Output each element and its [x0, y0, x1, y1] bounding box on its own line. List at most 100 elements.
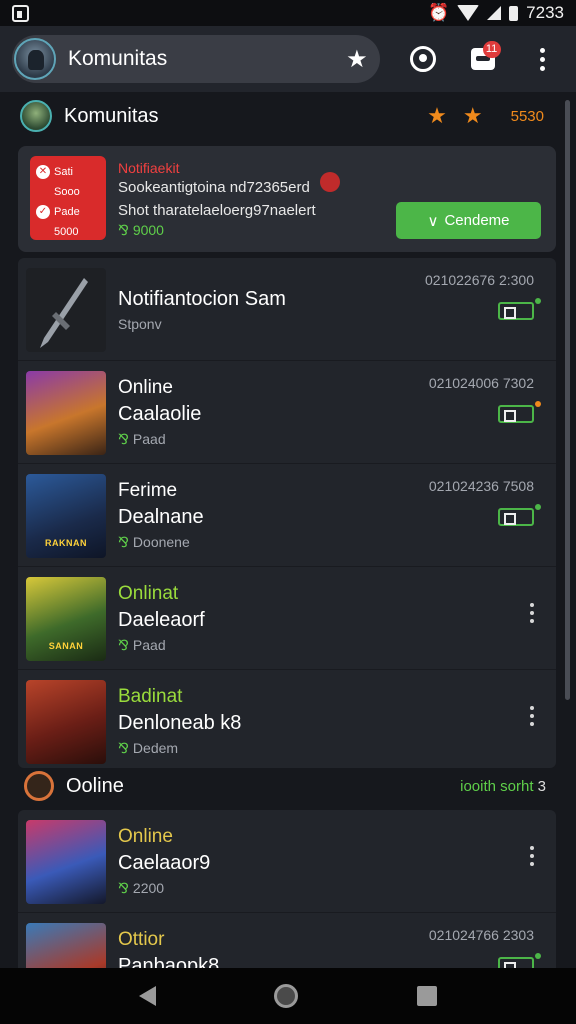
inbox-button[interactable]: 11 — [461, 37, 504, 81]
item-name: Dealnane — [118, 506, 204, 528]
list-item[interactable]: Badinat Denloneab k8 ⅋ Dedem — [18, 670, 556, 768]
star-rating-icon[interactable]: ★★ — [427, 103, 498, 129]
list-item[interactable]: Online Caalaolie ⅋ Paad 021024006 7302 — [18, 361, 556, 464]
item-thumbnail — [26, 371, 106, 455]
item-sub-value: Paad — [132, 637, 166, 653]
more-menu-button[interactable] — [521, 37, 564, 81]
item-sub: ⅋ 2200 — [118, 880, 164, 897]
app-title: Komunitas — [68, 47, 168, 70]
section-icon — [24, 771, 54, 801]
thumb-text: RAKNAN — [45, 538, 87, 548]
people-icon: ⅋ — [118, 880, 129, 896]
member-list: Notifiantocion Sam Stponv 021022676 2:30… — [18, 258, 556, 768]
item-status: Ferime — [118, 480, 178, 501]
item-sub: ⅋ Paad — [118, 637, 166, 654]
item-name: Notifiantocion Sam — [118, 288, 286, 310]
more-vert-icon[interactable] — [530, 603, 534, 623]
item-sub: ⅋ Paad — [118, 431, 166, 448]
item-thumbnail — [26, 923, 106, 968]
thumb-row: Pade — [54, 206, 80, 218]
item-status: Badinat — [118, 686, 183, 707]
item-status: Ottior — [118, 929, 165, 950]
thumb-row: Sooo — [54, 186, 80, 198]
notification-card[interactable]: ✕ Sati Sooo ✓ Pade 5000 Notifiaekit Sookea… — [18, 146, 556, 252]
more-vert-icon[interactable] — [530, 706, 534, 726]
confirm-label: Cendeme — [444, 212, 510, 229]
item-sub-value: Paad — [132, 431, 166, 447]
thumb-row: Sati — [54, 166, 73, 178]
item-time: 021024766 2303 — [428, 927, 534, 943]
list-item[interactable]: RAKNAN Ferime Dealnane ⅋ Doonene 02102423… — [18, 464, 556, 567]
app-bar: Komunitas ★ 11 — [0, 26, 576, 92]
system-nav-bar — [0, 968, 576, 1024]
item-time: 021024236 7508 — [428, 478, 534, 494]
item-name: Denloneab k8 — [118, 712, 242, 734]
scrollbar[interactable] — [565, 100, 570, 700]
section-link-label: iooith sorht — [460, 777, 534, 795]
confirm-button[interactable]: ∨ Cendeme — [396, 202, 541, 239]
item-time: 021024006 7302 — [428, 375, 534, 391]
notification-thumbnail: ✕ Sati Sooo ✓ Pade 5000 — [30, 156, 106, 240]
tag-icon[interactable] — [498, 401, 541, 423]
section-link[interactable]: iooith sorht 3 — [460, 778, 546, 795]
thumb-row: 5000 — [54, 226, 79, 238]
item-thumbnail — [26, 820, 106, 904]
item-thumbnail: RAKNAN — [26, 474, 106, 558]
item-sub: ⅋ Doonene — [118, 534, 190, 551]
item-status: Online — [118, 826, 173, 847]
notification-stat: ⅋ 9000 — [118, 222, 164, 238]
people-icon: ⅋ — [118, 637, 129, 653]
signal-icon — [487, 6, 502, 20]
tag-icon[interactable] — [498, 504, 541, 526]
item-name: Caelaaor9 — [118, 852, 211, 874]
thumb-text: SANAN — [48, 641, 84, 651]
people-icon: ⅋ — [118, 740, 129, 756]
section-count: 3 — [537, 777, 546, 795]
people-icon: ⅋ — [118, 534, 129, 550]
notification-line: Shot tharatelaeloerg97naelert — [118, 202, 316, 219]
item-sub-value: 2200 — [132, 880, 165, 896]
section-title: Ooline — [66, 774, 124, 797]
community-avatar[interactable] — [14, 38, 56, 80]
tag-icon[interactable] — [498, 298, 541, 320]
status-time: 7233 — [526, 3, 564, 22]
check-down-icon: ∨ — [427, 212, 439, 230]
list-item[interactable]: SANAN Onlinat Daeleaorf ⅋ Paad — [18, 567, 556, 670]
people-icon: ⅋ — [118, 431, 129, 447]
ghost-button[interactable] — [402, 37, 445, 81]
status-bar: ⏰ 7233 — [0, 0, 576, 26]
section-title: Komunitas — [64, 104, 159, 127]
section-header: Komunitas ★★ 5530 — [0, 90, 576, 142]
more-vert-icon — [539, 47, 545, 71]
list-item[interactable]: Notifiantocion Sam Stponv 021022676 2:30… — [18, 258, 556, 361]
home-icon[interactable] — [274, 984, 299, 1008]
item-thumbnail — [26, 268, 106, 352]
item-thumbnail: SANAN — [26, 577, 106, 661]
star-icon[interactable]: ★ — [346, 45, 368, 74]
community-switcher[interactable]: Komunitas ★ — [12, 35, 380, 83]
notification-stat-value: 9000 — [132, 222, 164, 238]
back-icon[interactable] — [139, 986, 157, 1006]
alarm-icon: ⏰ — [428, 3, 450, 22]
item-name: Daeleaorf — [118, 609, 205, 631]
section-value: 5530 — [510, 107, 544, 125]
sword-icon — [40, 278, 88, 348]
more-vert-icon[interactable] — [530, 846, 534, 866]
battery-icon — [509, 5, 519, 21]
item-status: Onlinat — [118, 583, 179, 604]
section-avatar[interactable] — [20, 100, 52, 132]
tag-icon[interactable] — [498, 953, 541, 968]
section-header: Ooline iooith sorht 3 — [0, 760, 576, 812]
item-thumbnail — [26, 680, 106, 764]
item-sub: Stponv — [118, 316, 162, 332]
close-icon: ✕ — [36, 165, 50, 179]
item-sub: ⅋ Dedem — [118, 740, 178, 757]
list-item[interactable]: Online Caelaaor9 ⅋ 2200 — [18, 810, 556, 913]
ghost-icon — [410, 46, 437, 72]
member-list: Online Caelaaor9 ⅋ 2200 Ottior Panbaopk8 … — [18, 810, 556, 968]
item-name: Caalaolie — [118, 403, 202, 425]
notification-badge: 11 — [482, 41, 501, 58]
recents-icon[interactable] — [416, 986, 437, 1006]
list-item[interactable]: Ottior Panbaopk8 021024766 2303 — [18, 913, 556, 968]
pin-icon — [320, 172, 340, 192]
